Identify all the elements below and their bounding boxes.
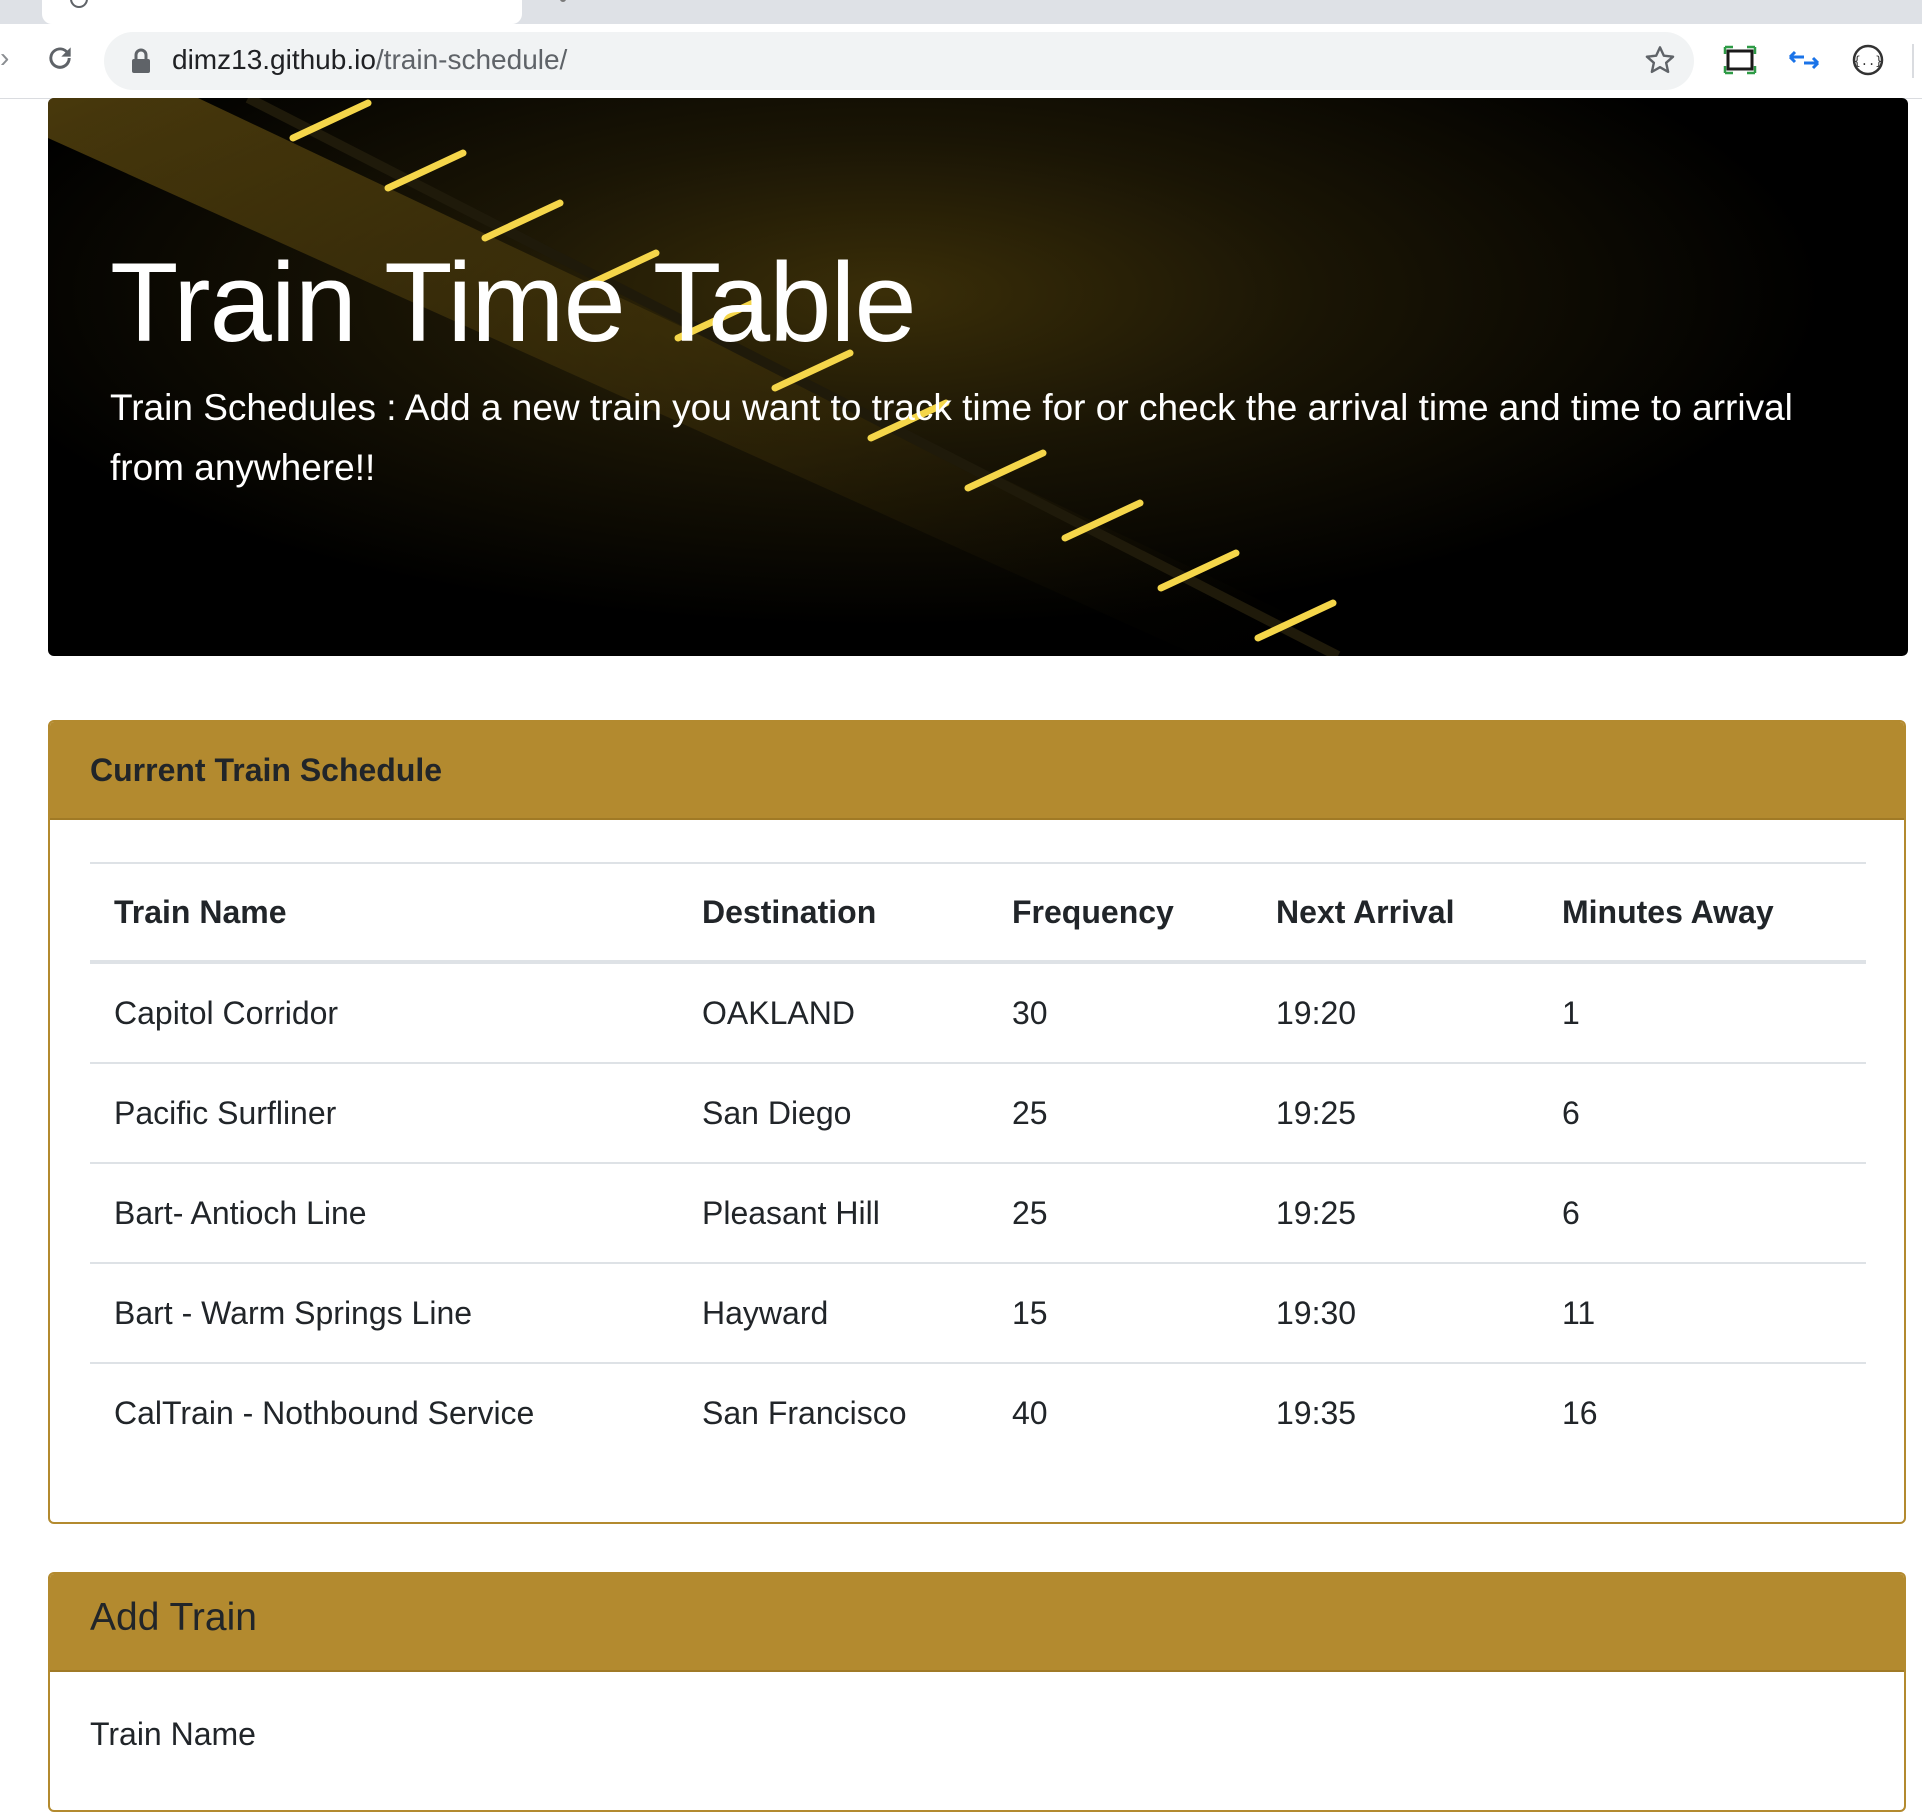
- cell-frequency: 15: [1012, 1294, 1048, 1331]
- cell-minutes-away: 16: [1562, 1394, 1598, 1431]
- hero-lead-text: Train Schedules : Add a new train you wa…: [110, 387, 1793, 488]
- cell-next-arrival: 19:25: [1276, 1194, 1357, 1231]
- page-title: Train Time Table: [110, 240, 917, 365]
- cell-train-name: Bart- Antioch Line: [114, 1194, 367, 1231]
- cell-minutes-away: 11: [1562, 1294, 1596, 1331]
- star-icon[interactable]: [1644, 44, 1676, 76]
- schedule-card: Current Train Schedule Train Name Destin…: [48, 720, 1906, 1524]
- schedule-card-header: Current Train Schedule: [50, 722, 1904, 820]
- table-row: CalTrain - Nothbound Service San Francis…: [90, 1363, 1866, 1462]
- train-rail-graphic: [48, 98, 1378, 656]
- screen-capture-icon[interactable]: [1722, 42, 1758, 78]
- column-header-next-arrival: Next Arrival: [1276, 893, 1455, 930]
- table-row: Bart- Antioch Line Pleasant Hill 25 19:2…: [90, 1163, 1866, 1263]
- hero-jumbotron: Train Time Table Train Schedules : Add a…: [48, 98, 1908, 656]
- reload-icon[interactable]: [44, 42, 76, 74]
- cell-next-arrival: 19:25: [1276, 1094, 1357, 1131]
- swap-arrows-icon[interactable]: [1786, 42, 1822, 78]
- train-name-label: Train Name: [90, 1716, 256, 1752]
- cell-destination: Pleasant Hill: [702, 1194, 880, 1231]
- column-header-train-name: Train Name: [114, 893, 287, 930]
- svg-text:{..}: {..}: [1854, 54, 1883, 68]
- cell-train-name: Bart - Warm Springs Line: [114, 1294, 473, 1331]
- cell-destination: Hayward: [702, 1294, 829, 1331]
- schedule-card-title: Current Train Schedule: [90, 752, 443, 788]
- column-header-minutes-away: Minutes Away: [1562, 893, 1774, 930]
- cell-minutes-away: 1: [1562, 994, 1580, 1031]
- cell-frequency: 30: [1012, 994, 1048, 1031]
- cell-frequency: 25: [1012, 1194, 1048, 1231]
- url-text[interactable]: dimz13.github.io/train-schedule/: [172, 42, 567, 78]
- lock-icon[interactable]: [130, 48, 152, 74]
- table-header-row: Train Name Destination Frequency Next Ar…: [90, 863, 1866, 962]
- cell-destination: San Francisco: [702, 1394, 907, 1431]
- column-header-destination: Destination: [702, 893, 877, 930]
- cell-next-arrival: 19:35: [1276, 1394, 1357, 1431]
- cell-next-arrival: 19:30: [1276, 1294, 1357, 1331]
- schedule-table: Train Name Destination Frequency Next Ar…: [90, 862, 1866, 1462]
- cell-minutes-away: 6: [1562, 1094, 1580, 1131]
- table-row: Bart - Warm Springs Line Hayward 15 19:3…: [90, 1263, 1866, 1363]
- cell-destination: OAKLAND: [702, 994, 855, 1031]
- cell-train-name: CalTrain - Nothbound Service: [114, 1394, 535, 1431]
- add-train-card: Add Train Train Name: [48, 1572, 1906, 1812]
- column-header-frequency: Frequency: [1012, 893, 1174, 930]
- cell-destination: San Diego: [702, 1094, 852, 1131]
- cell-frequency: 25: [1012, 1094, 1048, 1131]
- cell-frequency: 40: [1012, 1394, 1048, 1431]
- active-tab[interactable]: [42, 0, 522, 24]
- add-train-card-title: Add Train: [90, 1596, 257, 1639]
- cell-train-name: Pacific Surfliner: [114, 1094, 337, 1131]
- cell-next-arrival: 19:20: [1276, 994, 1357, 1031]
- inactive-tab[interactable]: [524, 0, 1922, 24]
- table-row: Capitol Corridor OAKLAND 30 19:20 1: [90, 962, 1866, 1063]
- cell-minutes-away: 6: [1562, 1194, 1580, 1231]
- url-host: dimz13.github.io: [172, 44, 376, 75]
- toolbar-separator: [1912, 44, 1914, 78]
- json-icon[interactable]: {..}: [1850, 42, 1886, 78]
- forward-arrow-icon[interactable]: ›: [0, 44, 14, 72]
- url-path: /train-schedule/: [375, 44, 568, 75]
- cell-train-name: Capitol Corridor: [114, 994, 339, 1031]
- add-train-card-header: Add Train: [50, 1574, 1904, 1672]
- table-row: Pacific Surfliner San Diego 25 19:25 6: [90, 1063, 1866, 1163]
